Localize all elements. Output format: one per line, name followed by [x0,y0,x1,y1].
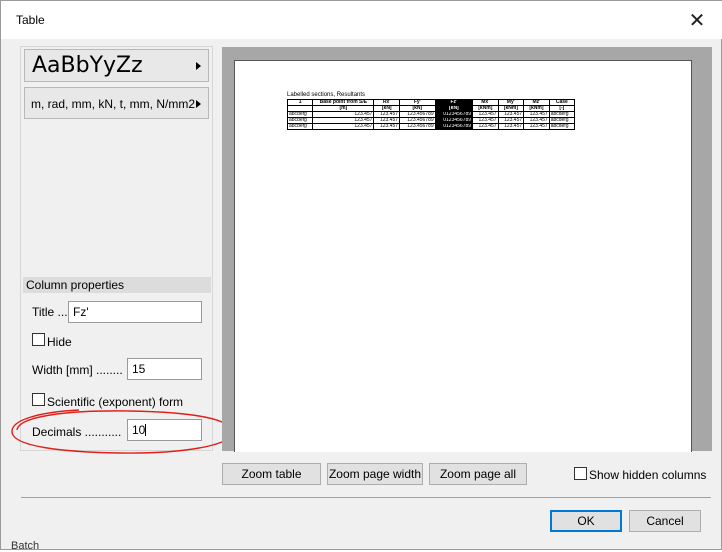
background-batch-label: Batch [11,540,40,552]
title-label: Title ... [32,305,68,319]
preview-cell: 123.457 [373,123,401,130]
title-bar: Table ✕ [1,1,722,39]
preview-page: Labelled sections, Resultants 1 Base poi… [234,60,692,452]
scientific-checkbox[interactable] [32,393,45,406]
width-input[interactable]: 15 [127,358,202,380]
column-properties-title: Column properties [26,278,125,292]
preview-table-title: Labelled sections, Resultants [287,92,366,98]
show-hidden-label: Show hidden columns [589,468,707,482]
preview-header-cell: Base point from S/E [312,99,375,106]
title-input[interactable]: Fz' [68,301,202,323]
zoom-table-button[interactable]: Zoom table [222,463,321,485]
ok-button[interactable]: OK [550,510,622,532]
preview-cell: 123.457 [312,123,375,130]
preview-cell: abcdefg [286,123,314,130]
preview-cell: 123.456789 [399,123,436,130]
cancel-button[interactable]: Cancel [629,510,701,532]
preview-cell-selected: 0123456789 [434,123,474,130]
units-label: m, rad, mm, kN, t, mm, N/mm2 [31,97,195,111]
preview-cell: abcdefg [548,123,576,130]
hide-label: Hide [47,335,72,349]
chevron-right-icon [196,62,201,70]
zoom-page-width-button[interactable]: Zoom page width [327,463,423,485]
zoom-page-all-button[interactable]: Zoom page all [429,463,527,485]
red-annotation-ellipse [11,409,233,454]
preview-table: 1 Base point from S/E Rx' Fy' Fz' Mx' My… [286,99,576,130]
close-icon[interactable]: ✕ [685,8,709,32]
table-dialog: Table ✕ AaBbYyZz m, rad, mm, kN, t, mm, … [0,0,722,552]
chevron-right-icon [196,100,201,108]
preview-cell: 123.457 [497,123,525,130]
font-sample-label: AaBbYyZz [32,53,143,78]
font-button[interactable]: AaBbYyZz [24,49,209,82]
preview-cell: 123.457 [472,123,499,130]
units-button[interactable]: m, rad, mm, kN, t, mm, N/mm2 [24,87,209,119]
show-hidden-checkbox[interactable] [574,467,587,480]
separator [21,497,711,498]
window-title: Table [16,13,45,27]
column-properties-header: Column properties [23,277,211,293]
width-label: Width [mm] ........ [32,363,123,377]
preview-cell: 123.457 [523,123,550,130]
hide-checkbox[interactable] [32,333,45,346]
preview-row: abcdefg 123.457 123.457 123.456789 01234… [286,123,576,130]
